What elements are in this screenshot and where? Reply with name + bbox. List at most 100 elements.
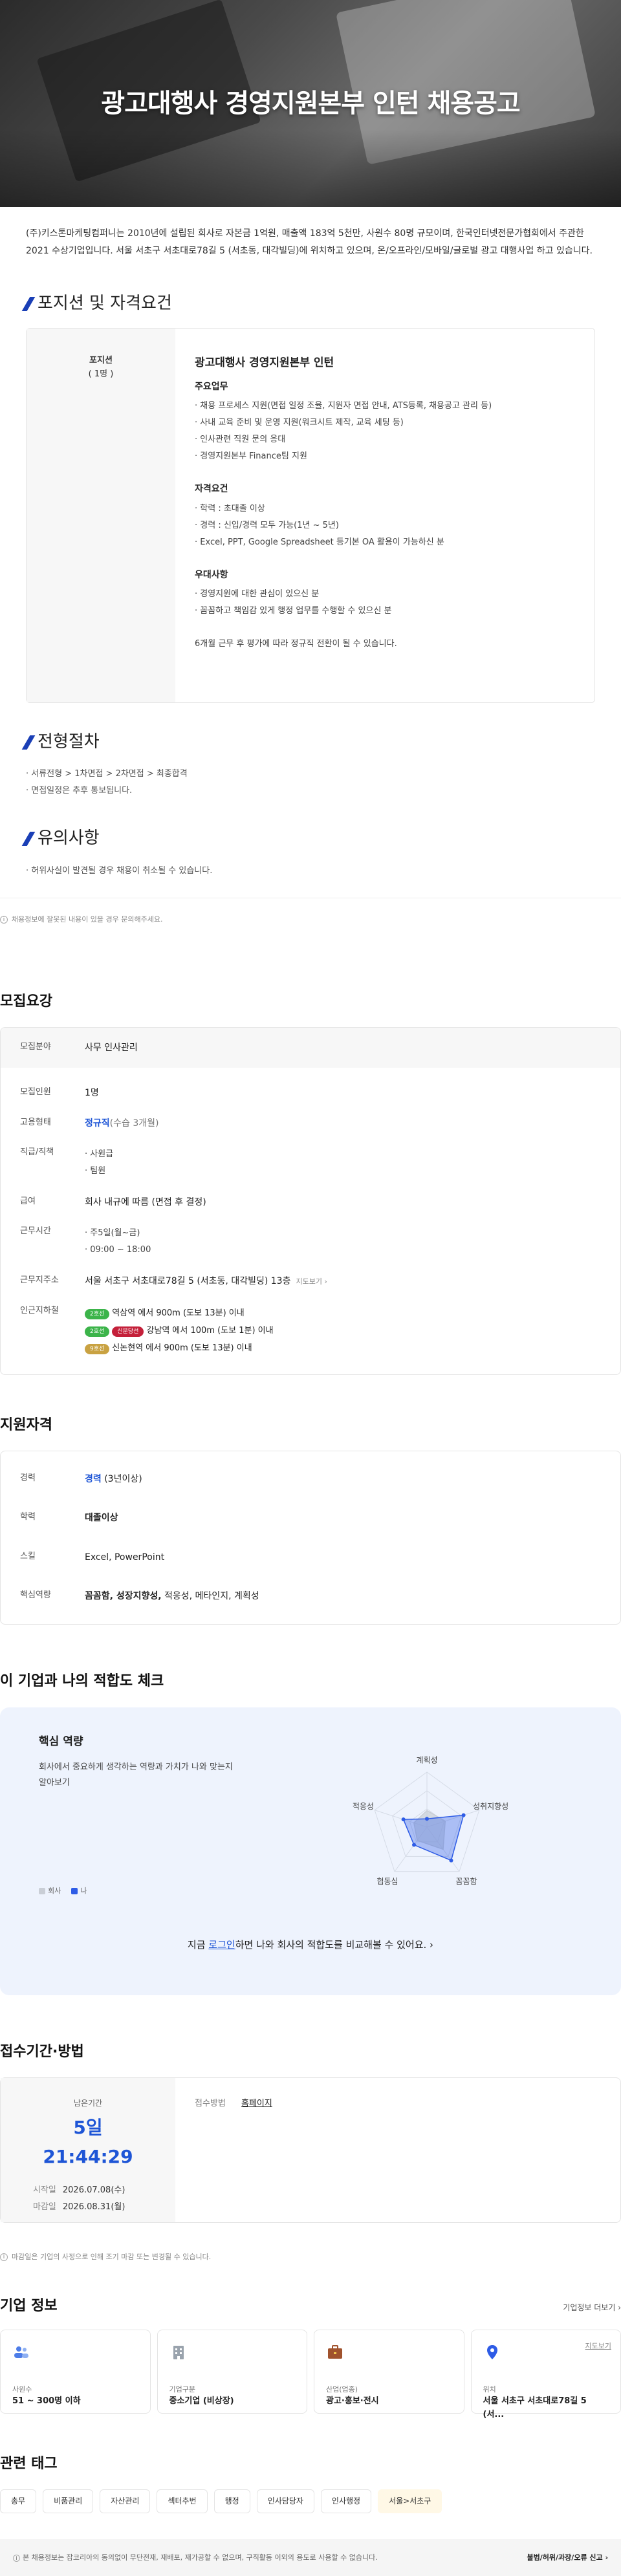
legend-me: 나 — [71, 1885, 87, 1897]
deadline-section: 접수기간·방법 남은기간 5일 21:44:29 시작일2026.07.08(수… — [0, 2040, 621, 2263]
map-link[interactable]: 지도보기 — [585, 2341, 611, 2352]
positions-title-text: 포지션 및 자격요건 — [38, 290, 172, 318]
duties-title: 주요업무 — [195, 380, 575, 394]
report-notice-text[interactable]: 채용정보에 잘못된 내용이 있을 경우 문의해주세요. — [12, 914, 163, 925]
recruit-section: 모집요강 모집분야 사무 인사관리 모집인원 1명 고용형태 정규직(수습 3개… — [0, 990, 621, 1375]
tag-chip[interactable]: 행정 — [214, 2489, 250, 2513]
subway-line-badge: 2호선 — [85, 1309, 109, 1319]
location-pin-icon — [483, 2343, 501, 2361]
employ-type: 정규직 — [85, 1118, 110, 1129]
qual-title: 지원자격 — [0, 1414, 621, 1436]
map-link-label: 지도보기 — [296, 1277, 321, 1286]
footer-text-content: 본 채용정보는 잡코리아의 동의없이 무단전재, 재배포, 재가공할 수 없으며… — [23, 2553, 378, 2562]
pref-title: 우대사항 — [195, 568, 575, 582]
company-more-link[interactable]: 기업정보 더보기 › — [563, 2302, 621, 2314]
remain-timer: 5일 21:44:29 — [27, 2114, 149, 2172]
row-key: 급여 — [20, 1195, 85, 1209]
qual-row-career: 경력 경력 (3년이상) — [1, 1464, 620, 1494]
process-list: · 서류전형 > 1차면접 > 2차면접 > 최종합격 · 면접일정은 추후 통… — [26, 766, 595, 799]
row-value: 회사 내규에 따름 (면접 후 결정) — [85, 1195, 601, 1209]
legend-swatch — [71, 1888, 78, 1894]
hero-shade — [0, 129, 621, 207]
tags-title: 관련 태그 — [0, 2452, 621, 2475]
radar-me-area — [404, 1815, 464, 1860]
recruit-card: 모집분야 사무 인사관리 모집인원 1명 고용형태 정규직(수습 3개월) 직급… — [0, 1027, 621, 1375]
recruit-row-rank: 직급/직책 · 사원급 · 팀원 — [1, 1138, 620, 1187]
subway-text: 강남역 에서 100m (도보 1분) 이내 — [146, 1326, 273, 1336]
list-item: · 면접일정은 추후 통보됩니다. — [26, 783, 595, 799]
list-item: · 09:00 ~ 18:00 — [85, 1242, 601, 1259]
building-icon — [169, 2343, 188, 2361]
skill-value: Excel, PowerPoint — [85, 1550, 601, 1564]
subway-list: 2호선역삼역 에서 900m (도보 13분) 이내 2호선신분당선강남역 에서… — [85, 1304, 601, 1358]
row-key: 스킬 — [20, 1550, 85, 1564]
fit-legend: 회사 나 — [39, 1885, 87, 1897]
conversion-note: 6개월 근무 후 평가에 따라 정규직 전환이 될 수 있습니다. — [195, 638, 575, 651]
subway-item: 9호선신논현역 에서 900m (도보 13분) 이내 — [85, 1339, 601, 1357]
recruit-row-count: 모집인원 1명 — [1, 1078, 620, 1108]
list-item: · 주5일(월~금) — [85, 1225, 601, 1242]
radar-axis-label: 계획성 — [416, 1755, 437, 1764]
company-title: 기업 정보 — [0, 2295, 58, 2317]
cta-post[interactable]: 하면 나와 회사의 적합도를 비교해볼 수 있어요. › — [235, 1939, 433, 1951]
deadline-notice-text: 마감일은 기업의 사정으로 인해 조기 마감 또는 변경될 수 있습니다. — [12, 2251, 211, 2263]
deadline-right: 접수방법 홈페이지 — [175, 2078, 620, 2222]
qual-row-skill: 스킬 Excel, PowerPoint — [1, 1542, 620, 1572]
list-item: · 경력 : 신입/경력 모두 가능(1년 ~ 5년) — [195, 517, 575, 534]
employ-sub: (수습 3개월) — [110, 1118, 159, 1129]
end-date: 마감일2026.08.31(월) — [27, 2199, 149, 2216]
list-item: · 인사관련 직원 문의 응대 — [195, 431, 575, 448]
card-value: 중소기업 (비상장) — [169, 2395, 296, 2408]
start-value: 2026.07.08(수) — [63, 2185, 125, 2195]
cta-pre: 지금 — [188, 1939, 208, 1951]
recruit-row-employ: 고용형태 정규직(수습 3개월) — [1, 1109, 620, 1138]
list-item: · 사원급 — [85, 1146, 601, 1163]
slash-icon — [22, 297, 36, 311]
method-key: 접수방법 — [195, 2099, 226, 2108]
legend-company: 회사 — [39, 1885, 61, 1897]
core-rest: 적응성, 메타인지, 계획성 — [162, 1591, 259, 1601]
card-label: 사원수 — [12, 2384, 138, 2396]
career-value: 경력 — [85, 1474, 102, 1484]
deadline-box: 남은기간 5일 21:44:29 시작일2026.07.08(수) 마감일202… — [0, 2077, 621, 2223]
fit-cta: 지금 로그인하면 나와 회사의 적합도를 비교해볼 수 있어요. › — [0, 1937, 621, 1953]
homepage-link[interactable]: 홈페이지 — [241, 2099, 272, 2108]
legend-label: 회사 — [48, 1887, 61, 1895]
radar-point — [462, 1813, 466, 1817]
tag-chip[interactable]: 비품관리 — [43, 2489, 93, 2513]
card-value: 51 ~ 300명 이하 — [12, 2395, 138, 2408]
subway-line-badge: 9호선 — [85, 1344, 109, 1354]
end-key: 마감일 — [33, 2202, 56, 2212]
recruit-row-subway: 인근지하철 2호선역삼역 에서 900m (도보 13분) 이내 2호선신분당선… — [1, 1297, 620, 1365]
report-notice: i 채용정보에 잘못된 내용이 있을 경우 문의해주세요. — [0, 898, 621, 964]
card-value: 서울 서초구 서초대로78길 5 (서... — [483, 2395, 609, 2422]
tag-chip[interactable]: 인사담당자 — [257, 2489, 314, 2513]
tag-chip[interactable]: 섹터추번 — [157, 2489, 207, 2513]
radar-axis-label: 적응성 — [353, 1801, 374, 1810]
caution-section-title: 유의사항 — [26, 825, 595, 852]
list-item: · 꼼꼼하고 책임감 있게 행정 업무를 수행할 수 있으신 분 — [195, 603, 575, 620]
deadline-left: 남은기간 5일 21:44:29 시작일2026.07.08(수) 마감일202… — [1, 2078, 175, 2222]
map-link[interactable]: 지도보기 › — [296, 1277, 327, 1286]
legend-label: 나 — [80, 1887, 87, 1895]
tag-chip[interactable]: 자산관리 — [100, 2489, 150, 2513]
tag-chip[interactable]: 총무 — [0, 2489, 36, 2513]
radar-axis-label: 협동심 — [376, 1876, 398, 1885]
report-link[interactable]: 불법/허위/과장/오류 신고 › — [527, 2552, 608, 2564]
login-link[interactable]: 로그인 — [208, 1939, 235, 1951]
qual-row-edu: 학력 대졸이상 — [1, 1503, 620, 1533]
tag-list: 총무 비품관리 자산관리 섹터추번 행정 인사담당자 인사행정 서울>서초구 — [0, 2489, 621, 2513]
tag-chip[interactable]: 서울>서초구 — [378, 2489, 442, 2513]
row-key: 핵심역량 — [20, 1589, 85, 1603]
radar-point — [412, 1843, 416, 1846]
card-value: 광고·홍보·전시 — [326, 2395, 452, 2408]
caution-list: · 허위사실이 발견될 경우 채용이 취소될 수 있습니다. — [26, 863, 595, 880]
row-key: 모집분야 — [20, 1041, 85, 1054]
list-item: · 서류전형 > 1차면접 > 2차면접 > 최종합격 — [26, 766, 595, 783]
list-item: · 허위사실이 발견될 경우 채용이 취소될 수 있습니다. — [26, 863, 595, 880]
row-key: 근무시간 — [20, 1225, 85, 1239]
info-icon: i — [0, 916, 8, 924]
tag-chip[interactable]: 인사행정 — [321, 2489, 371, 2513]
card-label: 산업(업종) — [326, 2384, 452, 2396]
start-key: 시작일 — [33, 2185, 56, 2195]
